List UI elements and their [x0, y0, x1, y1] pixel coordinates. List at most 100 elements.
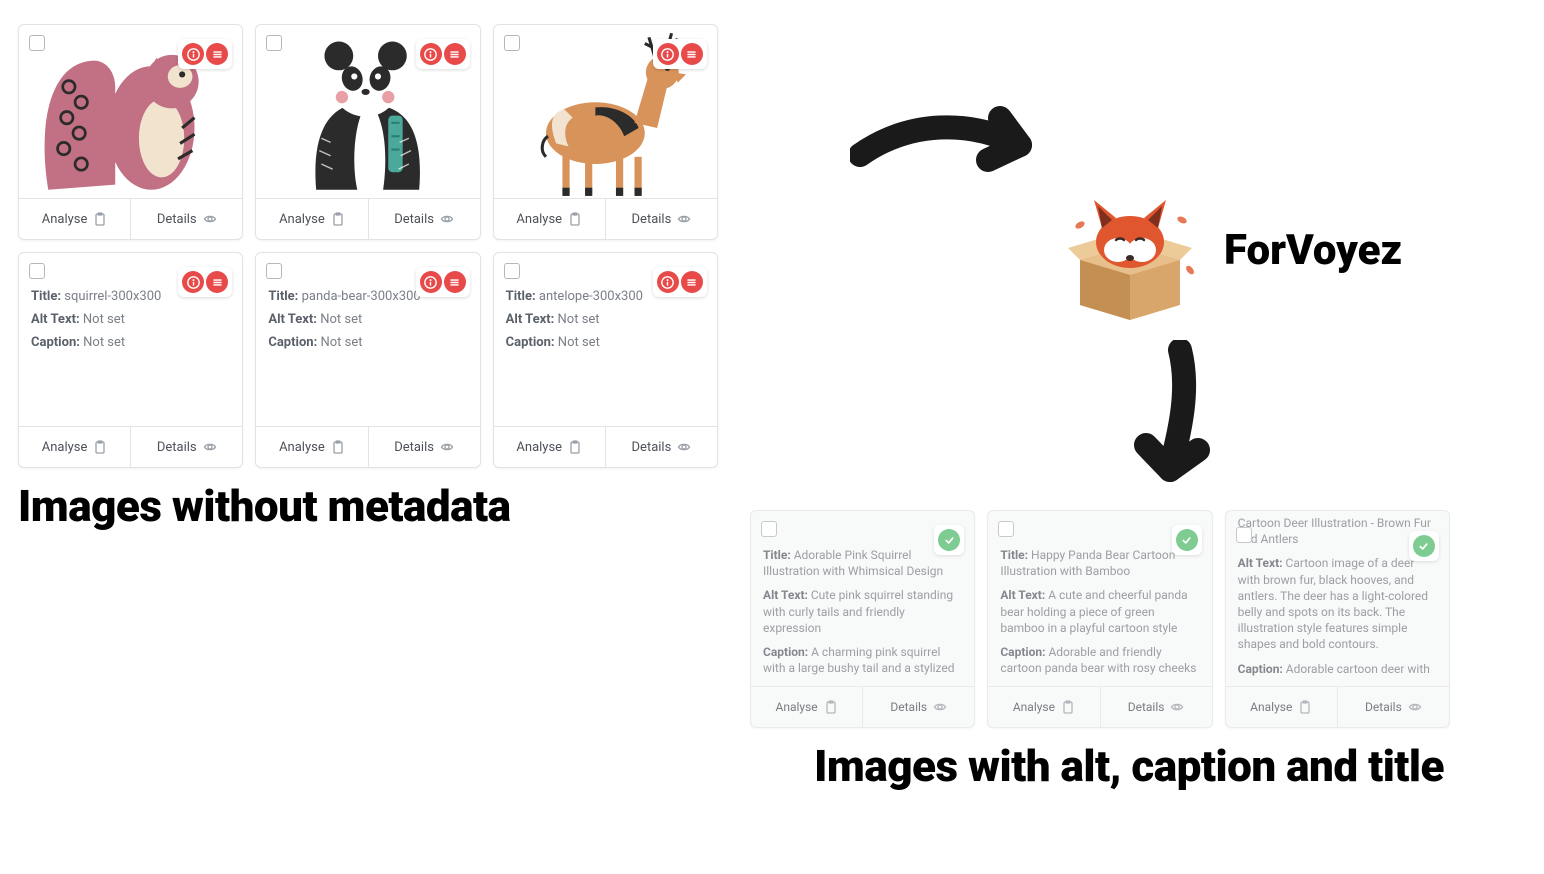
analyse-button[interactable]: Analyse [19, 427, 130, 467]
details-label: Details [394, 440, 434, 455]
details-button[interactable]: Details [1100, 687, 1212, 727]
complete-badge[interactable] [1413, 535, 1435, 557]
complete-badge[interactable] [1176, 529, 1198, 551]
details-button[interactable]: Details [862, 687, 974, 727]
alt-label: Alt Text: [1000, 588, 1045, 602]
caption-label: Caption: [506, 335, 555, 350]
details-button[interactable]: Details [605, 199, 717, 239]
missing-caption-badge[interactable] [444, 43, 466, 65]
complete-badge[interactable] [938, 529, 960, 551]
analyse-button[interactable]: Analyse [256, 199, 367, 239]
analyse-label: Analyse [516, 440, 562, 455]
caption-value: Not set [558, 335, 600, 350]
missing-caption-badge[interactable] [206, 43, 228, 65]
eye-icon [677, 440, 691, 454]
caption-label: Caption: [31, 335, 80, 350]
meta-rows: Cartoon Deer Illustration - Brown Fur an… [1238, 521, 1437, 677]
title-label: Title: [763, 548, 791, 562]
select-checkbox[interactable] [504, 35, 520, 51]
details-button[interactable]: Details [368, 199, 480, 239]
caption-value: Not set [320, 335, 362, 350]
missing-caption-badge[interactable] [206, 271, 228, 293]
title-value: panda-bear-300x300 [302, 289, 421, 304]
alt-label: Alt Text: [506, 312, 555, 327]
details-button[interactable]: Details [130, 199, 242, 239]
missing-info-badge[interactable] [182, 271, 204, 293]
alt-value: Not set [320, 312, 362, 327]
analyse-button[interactable]: Analyse [494, 427, 605, 467]
image-card-squirrel: Analyse Details [18, 24, 243, 240]
caption-label: Caption: [1238, 662, 1283, 676]
status-badges [1409, 531, 1439, 561]
missing-info-badge[interactable] [657, 43, 679, 65]
status-badges [653, 39, 707, 69]
select-checkbox[interactable] [266, 35, 282, 51]
analyse-button[interactable]: Analyse [19, 199, 130, 239]
clipboard-icon [93, 212, 107, 226]
select-checkbox[interactable] [998, 521, 1014, 537]
alt-label: Alt Text: [763, 588, 808, 602]
arrow-to-results [1120, 340, 1240, 500]
details-label: Details [890, 700, 927, 714]
missing-info-badge[interactable] [657, 271, 679, 293]
analyse-label: Analyse [516, 212, 562, 227]
result-card-squirrel: Title: Adorable Pink Squirrel Illustrati… [750, 510, 975, 728]
details-button[interactable]: Details [130, 427, 242, 467]
clipboard-icon [1298, 700, 1312, 714]
missing-caption-badge[interactable] [681, 43, 703, 65]
result-card-panda: Title: Happy Panda Bear Cartoon Illustra… [987, 510, 1212, 728]
analyse-button[interactable]: Analyse [494, 199, 605, 239]
eye-icon [440, 440, 454, 454]
missing-info-badge[interactable] [420, 43, 442, 65]
analyse-button[interactable]: Analyse [751, 687, 862, 727]
missing-caption-badge[interactable] [681, 271, 703, 293]
image-card-panda: Analyse Details [255, 24, 480, 240]
select-checkbox[interactable] [29, 35, 45, 51]
select-checkbox[interactable] [504, 263, 520, 279]
arrow-to-logo [850, 100, 1070, 220]
meta-card-squirrel: Title: squirrel-300x300 Alt Text: Not se… [18, 252, 243, 468]
title-label: Title: [1000, 548, 1028, 562]
meta-rows: Title: squirrel-300x300 Alt Text: Not se… [31, 289, 230, 350]
select-checkbox[interactable] [761, 521, 777, 537]
analyse-button[interactable]: Analyse [988, 687, 1099, 727]
result-card-deer: Cartoon Deer Illustration - Brown Fur an… [1225, 510, 1450, 728]
missing-info-badge[interactable] [420, 271, 442, 293]
details-label: Details [632, 440, 672, 455]
meta-card-antelope: Title: antelope-300x300 Alt Text: Not se… [493, 252, 718, 468]
analyse-button[interactable]: Analyse [256, 427, 367, 467]
select-checkbox[interactable] [266, 263, 282, 279]
status-badges [416, 39, 470, 69]
status-badges [178, 39, 232, 69]
title-value: Adorable Pink Squirrel Illustration with… [763, 548, 943, 578]
status-badges [1172, 525, 1202, 555]
heading-before: Images without metadata [18, 480, 511, 532]
select-checkbox[interactable] [29, 263, 45, 279]
title-value: squirrel-300x300 [64, 289, 161, 304]
status-badges [416, 267, 470, 297]
details-label: Details [157, 212, 197, 227]
caption-label: Caption: [268, 335, 317, 350]
details-label: Details [632, 212, 672, 227]
alt-value: Not set [83, 312, 125, 327]
analyse-button[interactable]: Analyse [1226, 687, 1337, 727]
missing-info-badge[interactable] [182, 43, 204, 65]
clipboard-icon [568, 440, 582, 454]
clipboard-icon [331, 212, 345, 226]
details-button[interactable]: Details [368, 427, 480, 467]
clipboard-icon [568, 212, 582, 226]
status-badges [178, 267, 232, 297]
alt-value: Cartoon image of a deer with brown fur, … [1238, 556, 1428, 651]
clipboard-icon [331, 440, 345, 454]
clipboard-icon [824, 700, 838, 714]
details-button[interactable]: Details [1337, 687, 1449, 727]
select-checkbox[interactable] [1236, 527, 1252, 543]
eye-icon [203, 212, 217, 226]
eye-icon [677, 212, 691, 226]
analyse-label: Analyse [42, 212, 88, 227]
heading-after: Images with alt, caption and title [814, 740, 1444, 792]
meta-rows: Title: Happy Panda Bear Cartoon Illustra… [1000, 547, 1199, 676]
details-button[interactable]: Details [605, 427, 717, 467]
missing-caption-badge[interactable] [444, 271, 466, 293]
details-label: Details [1365, 700, 1402, 714]
